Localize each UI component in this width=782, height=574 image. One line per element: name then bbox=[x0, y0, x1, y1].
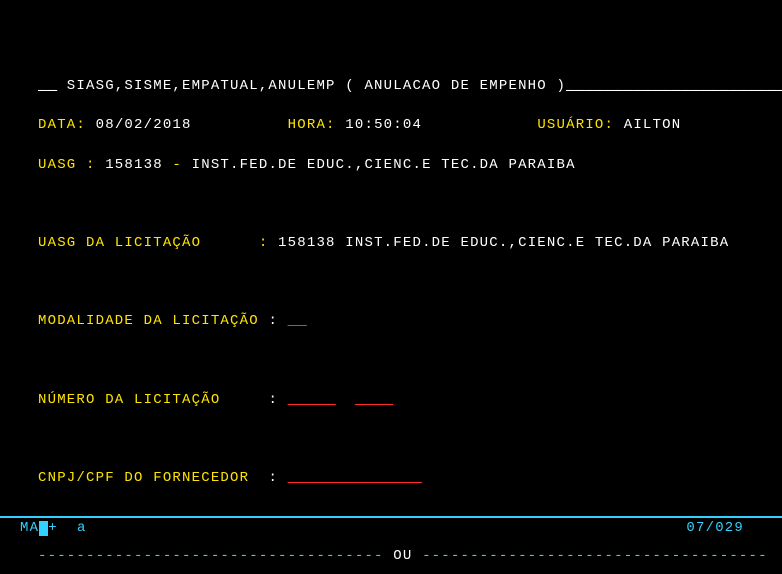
meta-row: DATA: 08/02/2018 HORA: 10:50:04 USUÁRIO:… bbox=[38, 116, 744, 136]
uasg-dash: - bbox=[172, 157, 182, 173]
header-lead: __ bbox=[38, 78, 57, 94]
uasg-licitacao-colon: : bbox=[259, 235, 269, 251]
status-prefix: MA bbox=[20, 520, 39, 536]
cursor-icon bbox=[39, 521, 48, 536]
data-value: 08/02/2018 bbox=[86, 117, 288, 133]
blank-row bbox=[38, 195, 744, 215]
header-trail: ________________________ bbox=[566, 78, 782, 94]
uasg-code: 158138 bbox=[96, 157, 173, 173]
divider-row: ------------------------------------ OU … bbox=[38, 547, 744, 567]
header-row: __ SIASG,SISME,EMPATUAL,ANULEMP ( ANULAC… bbox=[38, 77, 744, 97]
hora-value: 10:50:04 bbox=[336, 117, 538, 133]
status-left: MA + a bbox=[20, 519, 87, 539]
uasg-label: UASG : bbox=[38, 157, 96, 173]
modalidade-colon: : bbox=[268, 313, 278, 329]
modalidade-label: MODALIDADE DA LICITAÇÃO bbox=[38, 313, 268, 329]
hora-label: HORA: bbox=[288, 117, 336, 133]
terminal-screen: __ SIASG,SISME,EMPATUAL,ANULEMP ( ANULAC… bbox=[0, 0, 782, 574]
uasg-licitacao-label: UASG DA LICITAÇÃO bbox=[38, 235, 259, 251]
numero-field-1[interactable]: _____ bbox=[288, 392, 336, 408]
divider-left: ------------------------------------ bbox=[38, 548, 393, 564]
usuario-label: USUÁRIO: bbox=[537, 117, 614, 133]
uasg-desc: INST.FED.DE EDUC.,CIENC.E TEC.DA PARAIBA bbox=[182, 157, 576, 173]
cursor-position: 07/029 bbox=[686, 519, 744, 539]
numero-label: NÚMERO DA LICITAÇÃO bbox=[38, 392, 268, 408]
breadcrumb: SIASG,SISME,EMPATUAL,ANULEMP ( ANULACAO … bbox=[57, 78, 566, 94]
cnpj-field[interactable]: ______________ bbox=[288, 470, 422, 486]
uasg-licitacao-value: 158138 INST.FED.DE EDUC.,CIENC.E TEC.DA … bbox=[268, 235, 729, 251]
numero-colon: : bbox=[268, 392, 278, 408]
uasg-row: UASG : 158138 - INST.FED.DE EDUC.,CIENC.… bbox=[38, 156, 744, 176]
divider-right: ------------------------------------ bbox=[412, 548, 767, 564]
modalidade-row: MODALIDADE DA LICITAÇÃO : __ bbox=[38, 312, 744, 332]
numero-field-2[interactable]: ____ bbox=[355, 392, 393, 408]
cnpj-row: CNPJ/CPF DO FORNECEDOR : ______________ bbox=[38, 469, 744, 489]
data-label: DATA: bbox=[38, 117, 86, 133]
numero-row: NÚMERO DA LICITAÇÃO : _____ ____ bbox=[38, 391, 744, 411]
blank-row bbox=[38, 273, 744, 293]
status-bar: MA + a 07/029 bbox=[0, 516, 782, 536]
numero-gap bbox=[336, 392, 355, 408]
modalidade-field[interactable]: __ bbox=[288, 313, 307, 329]
status-suffix: + a bbox=[48, 520, 86, 536]
cnpj-colon: : bbox=[268, 470, 278, 486]
divider-ou: OU bbox=[393, 548, 412, 564]
cnpj-label: CNPJ/CPF DO FORNECEDOR bbox=[38, 470, 268, 486]
usuario-value: AILTON bbox=[614, 117, 681, 133]
blank-row bbox=[38, 430, 744, 450]
uasg-licitacao-row: UASG DA LICITAÇÃO : 158138 INST.FED.DE E… bbox=[38, 234, 744, 254]
blank-row bbox=[38, 352, 744, 372]
